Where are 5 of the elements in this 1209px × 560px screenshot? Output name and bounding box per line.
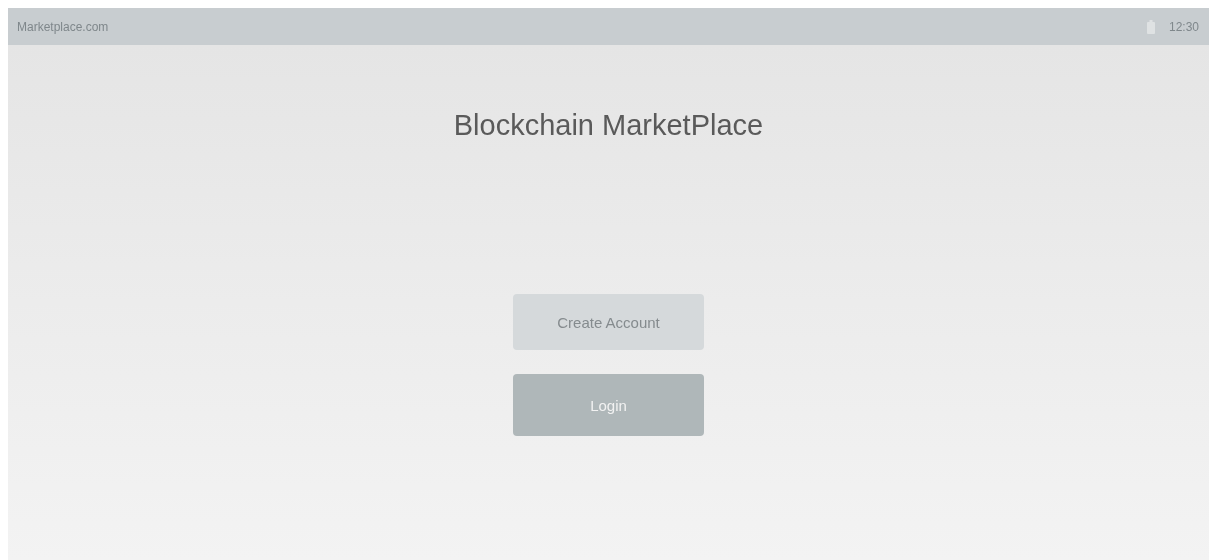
app-title: Blockchain MarketPlace xyxy=(453,109,764,142)
site-name: Marketplace.com xyxy=(17,19,109,34)
create-account-button[interactable]: Create Account xyxy=(513,294,704,350)
clock-time: 12:30 xyxy=(1168,19,1199,34)
login-button[interactable]: Login xyxy=(513,374,704,436)
